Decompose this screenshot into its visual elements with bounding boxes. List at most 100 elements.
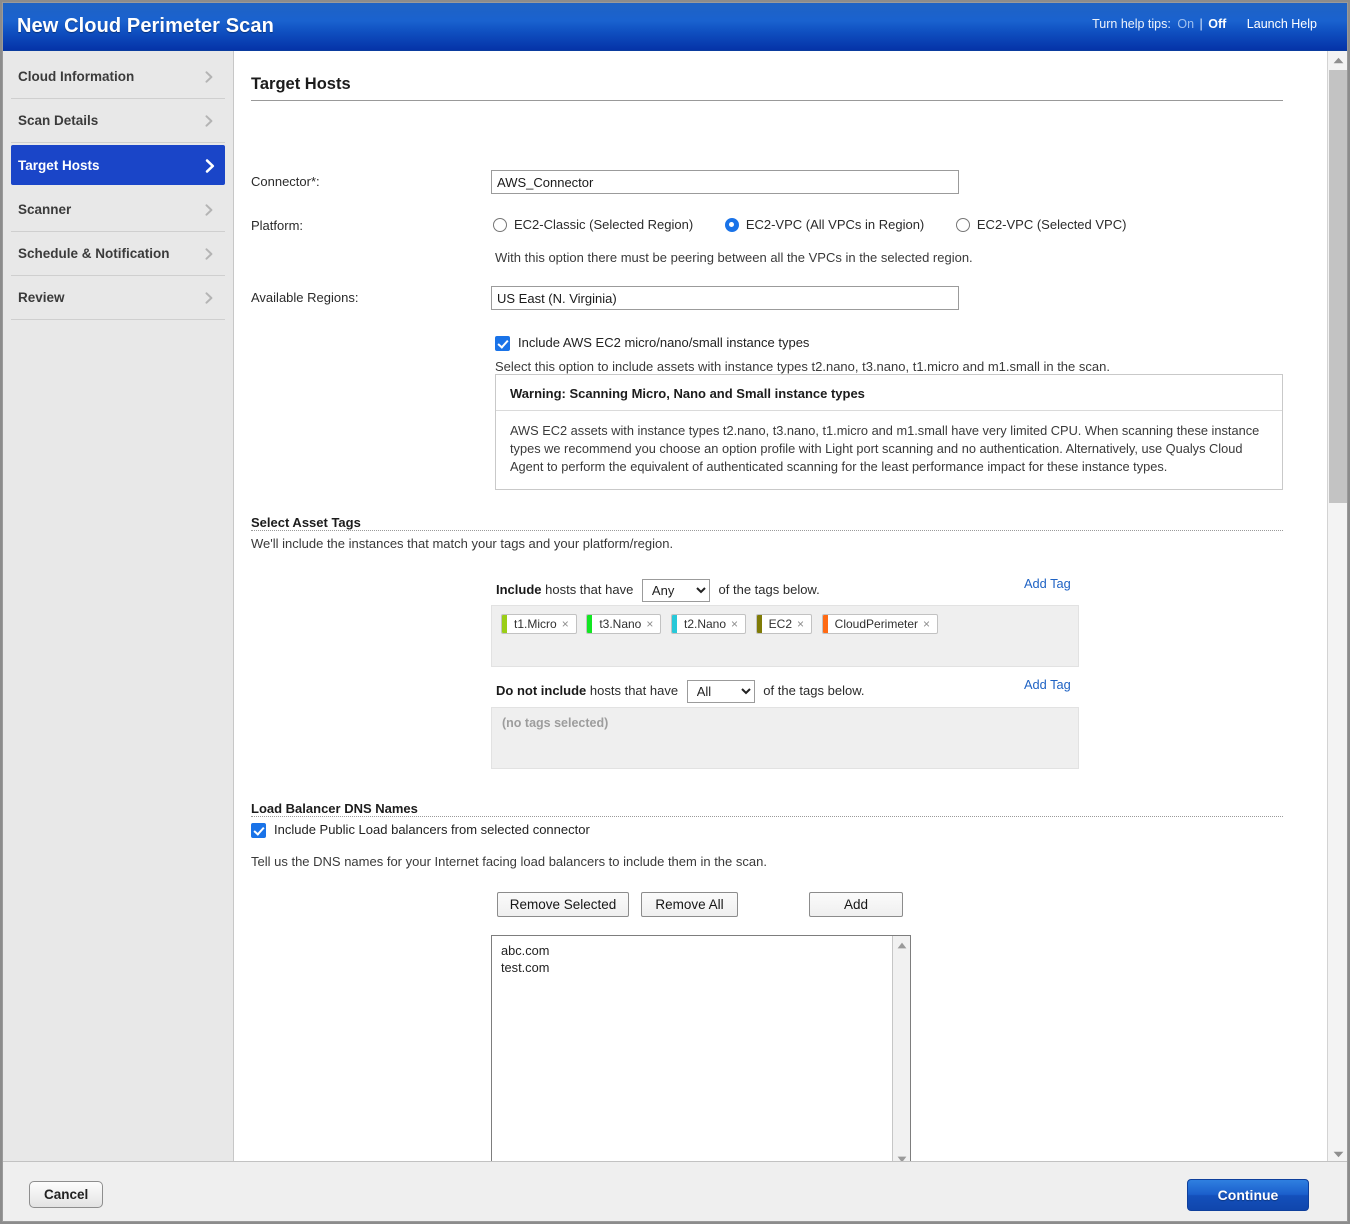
exclude-prefix-bold: Do not include — [496, 682, 587, 698]
load-balancer-heading: Load Balancer DNS Names — [251, 801, 418, 816]
exclude-prefix-rest: hosts that have — [586, 682, 682, 698]
sidebar-nav: Cloud Information Scan Details Target Ho… — [3, 51, 234, 1163]
continue-button[interactable]: Continue — [1187, 1179, 1309, 1211]
include-micro-instances-checkbox[interactable]: Include AWS EC2 micro/nano/small instanc… — [495, 335, 1285, 351]
platform-label: Platform: — [251, 218, 304, 233]
sidebar-item-label: Target Hosts — [18, 157, 100, 173]
include-prefix-rest: hosts that have — [541, 581, 637, 597]
include-micro-instances-description: Select this option to include assets wit… — [495, 359, 1110, 374]
connector-input[interactable] — [491, 170, 959, 194]
load-balancer-description: Tell us the DNS names for your Internet … — [251, 854, 767, 869]
load-balancer-divider — [251, 816, 1283, 817]
chevron-right-icon — [203, 114, 215, 127]
radio-icon — [493, 217, 507, 232]
help-tips-separator: | — [1199, 17, 1203, 31]
available-regions-input[interactable] — [491, 286, 959, 310]
page-title: Target Hosts — [251, 75, 351, 93]
help-tips-label: Turn help tips: — [1092, 17, 1171, 31]
sidebar-item-label: Scanner — [18, 202, 72, 217]
main-content-panel: Target Hosts Connector*: Platform: EC2-C… — [235, 51, 1347, 1163]
list-item[interactable]: test.com — [501, 959, 891, 976]
help-tips-off-link[interactable]: Off — [1208, 17, 1226, 31]
scrollbar-thumb[interactable] — [1329, 70, 1347, 503]
launch-help-link[interactable]: Launch Help — [1247, 17, 1317, 31]
checkbox-checked-icon — [495, 336, 510, 351]
exclude-add-tag-link[interactable]: Add Tag — [1024, 677, 1071, 692]
title-divider — [251, 100, 1283, 101]
tag-name: t2.Nano — [684, 617, 727, 631]
remove-selected-button[interactable]: Remove Selected — [497, 892, 629, 917]
application-window: New Cloud Perimeter Scan Turn help tips:… — [2, 2, 1348, 1222]
include-prefix-bold: Include — [496, 581, 542, 597]
chevron-right-icon — [203, 203, 215, 216]
footer-bar: Cancel Continue — [3, 1161, 1347, 1221]
platform-option-label: EC2-VPC (Selected VPC) — [976, 217, 1127, 233]
asset-tags-divider — [251, 530, 1283, 531]
chevron-right-icon — [203, 70, 215, 83]
add-dns-button[interactable]: Add — [809, 892, 903, 917]
sidebar-item-label: Cloud Information — [18, 69, 135, 84]
platform-option-ec2-classic[interactable]: EC2-Classic (Selected Region) — [493, 217, 693, 232]
platform-option-label: EC2-VPC (All VPCs in Region) — [745, 217, 925, 233]
chevron-right-icon — [203, 291, 215, 304]
tag-name: t1.Micro — [514, 617, 557, 631]
include-add-tag-link[interactable]: Add Tag — [1024, 576, 1071, 591]
content-scrollbar[interactable] — [1327, 51, 1347, 1163]
sidebar-item-cloud-information[interactable]: Cloud Information — [11, 55, 225, 99]
scroll-up-arrow-icon[interactable] — [1328, 51, 1347, 69]
tag-name: t3.Nano — [599, 617, 642, 631]
tag-name: CloudPerimeter — [834, 617, 919, 631]
platform-radio-group: EC2-Classic (Selected Region) EC2-VPC (A… — [493, 216, 1283, 232]
exclude-tags-operator-select[interactable]: AnyAll — [686, 680, 755, 703]
tag-chip[interactable]: CloudPerimeter × — [821, 614, 939, 634]
include-tags-row: Include hosts that have AnyAll of the ta… — [496, 579, 820, 602]
include-suffix: of the tags below. — [714, 581, 820, 597]
cancel-button[interactable]: Cancel — [29, 1181, 104, 1208]
include-tags-container[interactable]: t1.Micro × t3.Nano × t2.Nano × EC2 × Clo… — [491, 605, 1079, 667]
exclude-tags-row: Do not include hosts that have AnyAll of… — [496, 680, 864, 703]
warning-body: AWS EC2 assets with instance types t2.na… — [510, 423, 1260, 475]
asset-tags-description: We'll include the instances that match y… — [251, 536, 674, 551]
scroll-up-arrow-icon[interactable] — [893, 936, 910, 954]
sidebar-item-label: Review — [18, 290, 65, 305]
include-micro-instances-label: Include AWS EC2 micro/nano/small instanc… — [518, 335, 810, 350]
tag-chip[interactable]: EC2 × — [755, 614, 813, 634]
tag-remove-icon[interactable]: × — [562, 617, 576, 631]
dns-listbox-scrollbar[interactable] — [892, 936, 910, 1163]
tag-remove-icon[interactable]: × — [923, 617, 937, 631]
help-tips-on-link[interactable]: On — [1177, 17, 1194, 31]
select-asset-tags-heading: Select Asset Tags — [251, 515, 361, 530]
sidebar-item-review[interactable]: Review — [11, 276, 225, 320]
sidebar-item-scan-details[interactable]: Scan Details — [11, 99, 225, 143]
remove-all-button[interactable]: Remove All — [641, 892, 738, 917]
dns-names-listbox[interactable]: abc.com test.com — [491, 935, 911, 1163]
tag-chip[interactable]: t3.Nano × — [586, 614, 662, 634]
help-tips-controls: Turn help tips: On | Off Launch Help — [1092, 17, 1317, 31]
checkbox-checked-icon — [251, 823, 266, 838]
include-tags-operator-select[interactable]: AnyAll — [641, 579, 710, 602]
chevron-right-icon — [203, 247, 215, 260]
sidebar-item-target-hosts[interactable]: Target Hosts — [11, 145, 225, 185]
title-bar: New Cloud Perimeter Scan Turn help tips:… — [3, 3, 1347, 51]
tag-remove-icon[interactable]: × — [646, 617, 660, 631]
platform-option-ec2-vpc-all[interactable]: EC2-VPC (All VPCs in Region) — [724, 217, 925, 233]
tag-chip[interactable]: t2.Nano × — [671, 614, 747, 634]
sidebar-item-label: Scan Details — [18, 113, 99, 128]
page-title-header: New Cloud Perimeter Scan — [17, 15, 274, 37]
list-item[interactable]: abc.com — [501, 942, 891, 959]
tag-chip[interactable]: t1.Micro × — [501, 614, 577, 634]
tag-remove-icon[interactable]: × — [797, 617, 811, 631]
available-regions-label: Available Regions: — [251, 290, 359, 305]
connector-label: Connector*: — [251, 174, 320, 189]
radio-icon-selected — [724, 217, 739, 232]
platform-option-ec2-vpc-selected[interactable]: EC2-VPC (Selected VPC) — [955, 217, 1127, 233]
radio-icon — [955, 217, 970, 232]
sidebar-item-label: Schedule & Notification — [18, 246, 170, 261]
sidebar-item-schedule-notification[interactable]: Schedule & Notification — [11, 232, 225, 276]
tag-remove-icon[interactable]: × — [731, 617, 745, 631]
exclude-tags-container[interactable]: (no tags selected) — [491, 707, 1079, 769]
tag-name: EC2 — [768, 617, 793, 631]
sidebar-item-scanner[interactable]: Scanner — [11, 188, 225, 232]
include-public-load-balancers-label: Include Public Load balancers from selec… — [274, 822, 590, 837]
include-public-load-balancers-checkbox[interactable]: Include Public Load balancers from selec… — [251, 822, 590, 838]
